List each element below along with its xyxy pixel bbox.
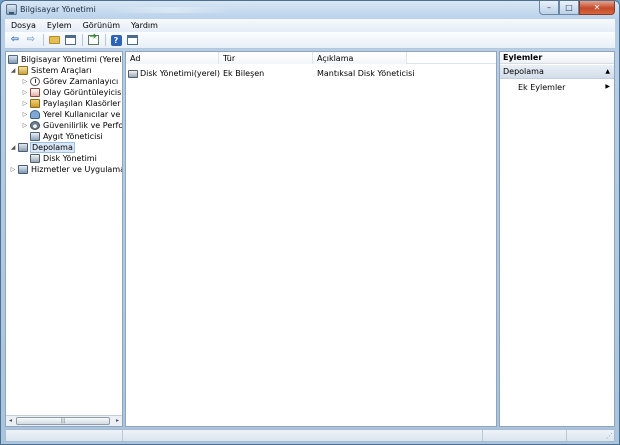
tree-item-label: Hizmetler ve Uygulamalar <box>31 165 122 174</box>
up-folder-icon[interactable] <box>47 33 61 47</box>
actions-section-storage[interactable]: Depolama ▲ <box>500 65 614 79</box>
console-tree-pane[interactable]: Bilgisayar Yönetimi (Yerel) ◢ Sistem Ara… <box>5 51 123 427</box>
minimize-button[interactable]: – <box>539 1 559 15</box>
column-header-name[interactable]: Ad <box>126 52 219 64</box>
tree-item-task-scheduler[interactable]: ▷ Görev Zamanlayıcı <box>21 76 118 87</box>
table-row[interactable]: Disk Yönetimi(yerel) <box>128 68 220 79</box>
status-segment <box>566 430 567 441</box>
storage-icon <box>18 143 28 152</box>
tree-item-system-tools[interactable]: ◢ Sistem Araçları <box>9 65 92 76</box>
tree-item-label: Görev Zamanlayıcı <box>43 77 119 86</box>
more-actions-link[interactable]: Ek Eylemler <box>518 83 565 92</box>
tree-item-shared-folders[interactable]: ▷ Paylaşılan Klasörler <box>21 98 121 109</box>
tools-icon <box>18 66 28 75</box>
status-segment <box>482 430 483 441</box>
tree-item-label: Depolama <box>30 142 75 153</box>
forward-arrow-icon[interactable]: ⇨ <box>24 33 38 47</box>
collapsed-arrow-icon[interactable]: ▷ <box>21 100 29 107</box>
tree-item-device-manager[interactable]: Aygıt Yöneticisi <box>30 131 103 142</box>
scroll-right-icon[interactable]: ▸ <box>113 417 122 425</box>
row-type: Ek Bileşen <box>223 69 265 78</box>
status-segment <box>122 430 123 441</box>
tree-item-label: Güvenilirlik ve Performa <box>43 121 123 130</box>
tree-item-label: Sistem Araçları <box>31 66 92 75</box>
disk-icon <box>128 69 138 78</box>
actions-title: Eylemler <box>500 52 614 64</box>
expanded-arrow-icon[interactable]: ◢ <box>9 144 17 151</box>
collapsed-arrow-icon[interactable]: ▷ <box>21 122 29 129</box>
scroll-left-icon[interactable]: ◂ <box>6 417 15 425</box>
caption-buttons: – □ ✕ <box>539 1 615 16</box>
users-icon <box>30 110 40 119</box>
toolbar: ⇦ ⇨ ? <box>5 32 615 49</box>
tree-item-storage[interactable]: ◢ Depolama <box>9 142 75 153</box>
column-header-description[interactable]: Açıklama <box>313 52 407 64</box>
actions-pane: Eylemler Depolama ▲ Ek Eylemler ▶ <box>499 51 615 427</box>
tree-item-label: Bilgisayar Yönetimi (Yerel) <box>21 55 123 64</box>
menu-help[interactable]: Yardım <box>131 21 158 30</box>
row-description: Mantıksal Disk Yöneticisi <box>317 69 415 78</box>
tree-item-event-viewer[interactable]: ▷ Olay Görüntüleyicisi <box>21 87 123 98</box>
back-arrow-icon[interactable]: ⇦ <box>8 33 22 47</box>
maximize-button[interactable]: □ <box>559 1 579 15</box>
toolbar-separator <box>43 34 44 46</box>
export-list-icon[interactable] <box>86 33 100 47</box>
menu-view[interactable]: Görünüm <box>83 21 120 30</box>
show-hide-action-pane-icon[interactable] <box>125 33 139 47</box>
title-bar[interactable]: Bilgisayar Yönetimi – □ ✕ <box>1 1 619 19</box>
tree-item-label: Paylaşılan Klasörler <box>43 99 121 108</box>
tree-horizontal-scrollbar[interactable]: ◂ ||| ▸ <box>6 415 122 426</box>
help-icon[interactable]: ? <box>109 33 123 47</box>
show-hide-tree-icon[interactable] <box>63 33 77 47</box>
results-list-pane[interactable]: Ad Tür Açıklama Disk Yönetimi(yerel) Ek … <box>125 51 497 427</box>
tree-item-services-apps[interactable]: ▷ Hizmetler ve Uygulamalar <box>9 164 122 175</box>
resize-grip-icon[interactable]: ⋰ <box>606 432 613 440</box>
collapsed-arrow-icon[interactable]: ▷ <box>21 78 29 85</box>
device-manager-icon <box>30 132 40 141</box>
services-icon <box>18 165 28 174</box>
tree-item-label: Yerel Kullanıcılar ve Gru <box>43 110 122 119</box>
tree-item-performance[interactable]: ▷ Güvenilirlik ve Performa <box>21 120 123 131</box>
menu-action[interactable]: Eylem <box>47 21 72 30</box>
clock-icon <box>30 77 40 86</box>
tree-item-disk-management[interactable]: Disk Yönetimi <box>30 153 97 164</box>
computer-management-window: Bilgisayar Yönetimi – □ ✕ Dosya Eylem Gö… <box>0 0 620 445</box>
collapsed-arrow-icon[interactable]: ▷ <box>21 89 29 96</box>
performance-gauge-icon <box>30 121 40 130</box>
actions-section-label: Depolama <box>503 67 544 76</box>
tree-item-label: Disk Yönetimi <box>43 154 97 163</box>
scrollbar-thumb[interactable]: ||| <box>16 417 110 425</box>
menu-bar: Dosya Eylem Görünüm Yardım <box>5 19 615 32</box>
row-name: Disk Yönetimi(yerel) <box>140 69 220 78</box>
column-header-type[interactable]: Tür <box>219 52 313 64</box>
toolbar-separator <box>82 34 83 46</box>
expanded-arrow-icon[interactable]: ◢ <box>9 67 17 74</box>
status-bar: ⋰ <box>5 429 615 442</box>
collapse-caret-icon[interactable]: ▲ <box>605 68 610 75</box>
computer-management-icon <box>8 55 18 64</box>
event-viewer-icon <box>30 88 40 97</box>
window-title: Bilgisayar Yönetimi <box>20 5 96 14</box>
tree-item-local-users[interactable]: ▷ Yerel Kullanıcılar ve Gru <box>21 109 122 120</box>
menu-file[interactable]: Dosya <box>11 21 36 30</box>
tree-item-label: Aygıt Yöneticisi <box>43 132 103 141</box>
tree-item-root[interactable]: Bilgisayar Yönetimi (Yerel) <box>8 54 123 65</box>
shared-folder-icon <box>30 99 40 108</box>
collapsed-arrow-icon[interactable]: ▷ <box>9 166 17 173</box>
computer-management-icon <box>6 4 17 15</box>
title-bar-glass-highlight <box>111 7 231 13</box>
toolbar-separator <box>105 34 106 46</box>
tree-item-label: Olay Görüntüleyicisi <box>43 88 123 97</box>
disk-icon <box>30 154 40 163</box>
list-header: Ad Tür Açıklama <box>126 52 496 64</box>
close-button[interactable]: ✕ <box>579 1 615 15</box>
submenu-arrow-icon[interactable]: ▶ <box>605 83 610 90</box>
collapsed-arrow-icon[interactable]: ▷ <box>21 111 29 118</box>
